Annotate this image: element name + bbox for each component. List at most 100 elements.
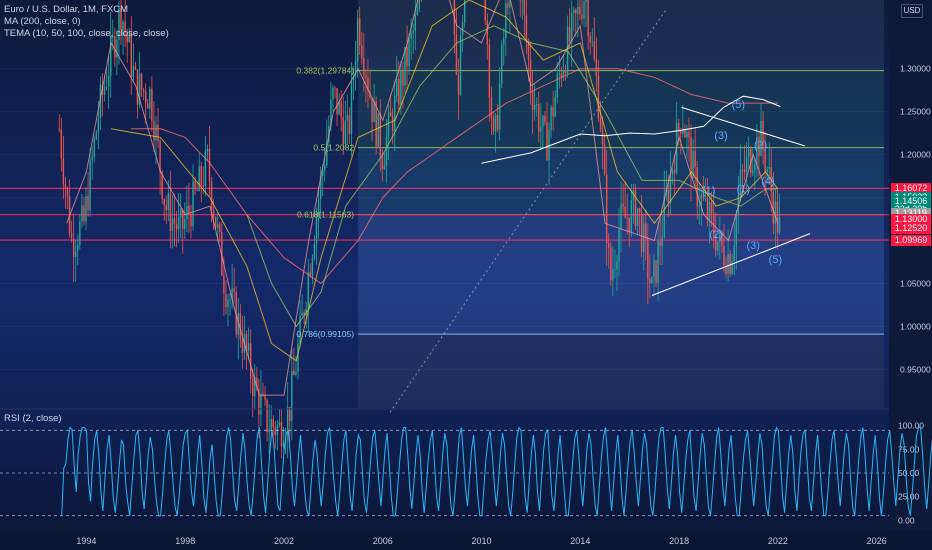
time-tick-label: 2018 <box>669 536 689 546</box>
candle-body <box>490 97 493 118</box>
candle-body <box>140 73 143 90</box>
candle-body <box>70 233 73 238</box>
candle-body <box>735 215 738 246</box>
candle-body <box>640 212 643 252</box>
candle-body <box>498 83 501 130</box>
candle-body <box>651 277 653 284</box>
candle-body <box>301 312 303 316</box>
currency-badge[interactable]: USD <box>901 4 923 18</box>
symbol-title: Euro / U.S. Dollar, 1M, FXCM <box>4 4 129 15</box>
candle-body <box>107 75 110 87</box>
candle-body <box>268 429 270 433</box>
rsi-tick-label: 0.00 <box>898 515 915 525</box>
candle-body <box>182 209 184 229</box>
candle-body <box>747 148 750 157</box>
rsi-legend[interactable]: RSI (2, close) <box>4 413 62 425</box>
candle-body <box>591 41 593 43</box>
candle-body <box>396 78 398 97</box>
candle-body <box>383 165 386 170</box>
candle-body <box>282 442 285 447</box>
candle-body <box>210 181 213 210</box>
candle-body <box>733 245 735 262</box>
candle-body <box>91 156 93 161</box>
fib-zone <box>358 334 885 408</box>
candle-body <box>533 105 536 110</box>
candle-body <box>85 196 87 222</box>
fib-label: 0.618(1.11563) <box>297 210 354 220</box>
candle-body <box>332 87 334 100</box>
candle-body <box>406 46 408 67</box>
candle-body <box>400 69 402 105</box>
candle-body <box>708 201 711 220</box>
candle-body <box>696 167 698 207</box>
candle-body <box>192 181 194 227</box>
chart-canvas[interactable]: 0.382(1.29784) 0.5(1.2082 0.618(1.11563) 0.… <box>0 0 932 550</box>
time-tick-label: 2006 <box>373 536 393 546</box>
candle-body <box>673 169 676 174</box>
candle-body <box>659 241 661 246</box>
candle-body <box>540 127 542 132</box>
candle-body <box>599 118 602 130</box>
candle-body <box>669 174 672 204</box>
wave-label: (4) <box>761 176 774 188</box>
candle-body <box>311 257 314 276</box>
price-tick-label: 1.05000 <box>900 278 931 288</box>
candle-body <box>177 216 180 230</box>
candle-body <box>291 371 293 421</box>
candle-body <box>371 97 373 123</box>
fib-label: 0.382(1.29784) <box>296 66 354 76</box>
candle-body <box>630 200 633 233</box>
candle-body <box>387 112 390 138</box>
price-tag[interactable]: 1.12520 <box>891 222 931 234</box>
candle-body <box>58 128 60 130</box>
price-tag[interactable]: 1.09969 <box>891 234 931 246</box>
candle-body <box>274 427 277 436</box>
candle-body <box>381 155 384 170</box>
candle-body <box>340 101 342 118</box>
candle-body <box>461 22 464 36</box>
candle-body <box>408 38 410 67</box>
candle-body <box>558 73 561 75</box>
candle-body <box>624 206 626 218</box>
time-axis[interactable]: 1994 1998 2002 2006 2010 2014 2018 2022 2026 <box>0 531 932 550</box>
candle-body <box>393 96 396 132</box>
candle-body <box>688 131 690 138</box>
candle-body <box>610 248 612 281</box>
candle-body <box>153 120 155 141</box>
candle-body <box>622 203 624 207</box>
candle-body <box>605 174 608 244</box>
candle-body <box>544 115 546 123</box>
candle-body <box>132 66 135 78</box>
candle-body <box>324 165 326 171</box>
candle-body <box>550 107 552 131</box>
wave-label: (1) <box>702 185 715 197</box>
candle-body <box>398 78 400 105</box>
candle-body <box>754 164 756 171</box>
candle-body <box>200 166 202 186</box>
candle-body <box>614 268 616 270</box>
wave-label: (2) <box>754 140 767 152</box>
candle-body <box>583 1 585 19</box>
candle-body <box>412 30 414 33</box>
candle-body <box>116 39 118 58</box>
candle-body <box>402 69 404 86</box>
symbol-legend[interactable]: Euro / U.S. Dollar, 1M, FXCM MA (200, cl… <box>4 4 169 40</box>
candle-body <box>597 76 600 119</box>
candle-body <box>266 399 268 433</box>
candle-body <box>642 223 645 252</box>
candle-body <box>344 120 347 144</box>
rsi-tick-label: 25.00 <box>898 492 920 502</box>
candle-body <box>494 114 497 132</box>
candle-body <box>196 189 198 191</box>
wave-label: (1) <box>737 183 750 195</box>
candle-body <box>379 113 382 156</box>
candle-body <box>334 87 336 89</box>
candle-body <box>83 205 85 222</box>
candle-body <box>766 168 768 172</box>
price-axis[interactable]: 0.950001.000001.050001.100001.150001.200… <box>889 0 932 550</box>
candle-body <box>103 87 106 95</box>
candle-body <box>626 217 628 219</box>
time-tick-label: 2014 <box>570 536 590 546</box>
candle-body <box>165 205 167 211</box>
candle-body <box>223 275 225 294</box>
